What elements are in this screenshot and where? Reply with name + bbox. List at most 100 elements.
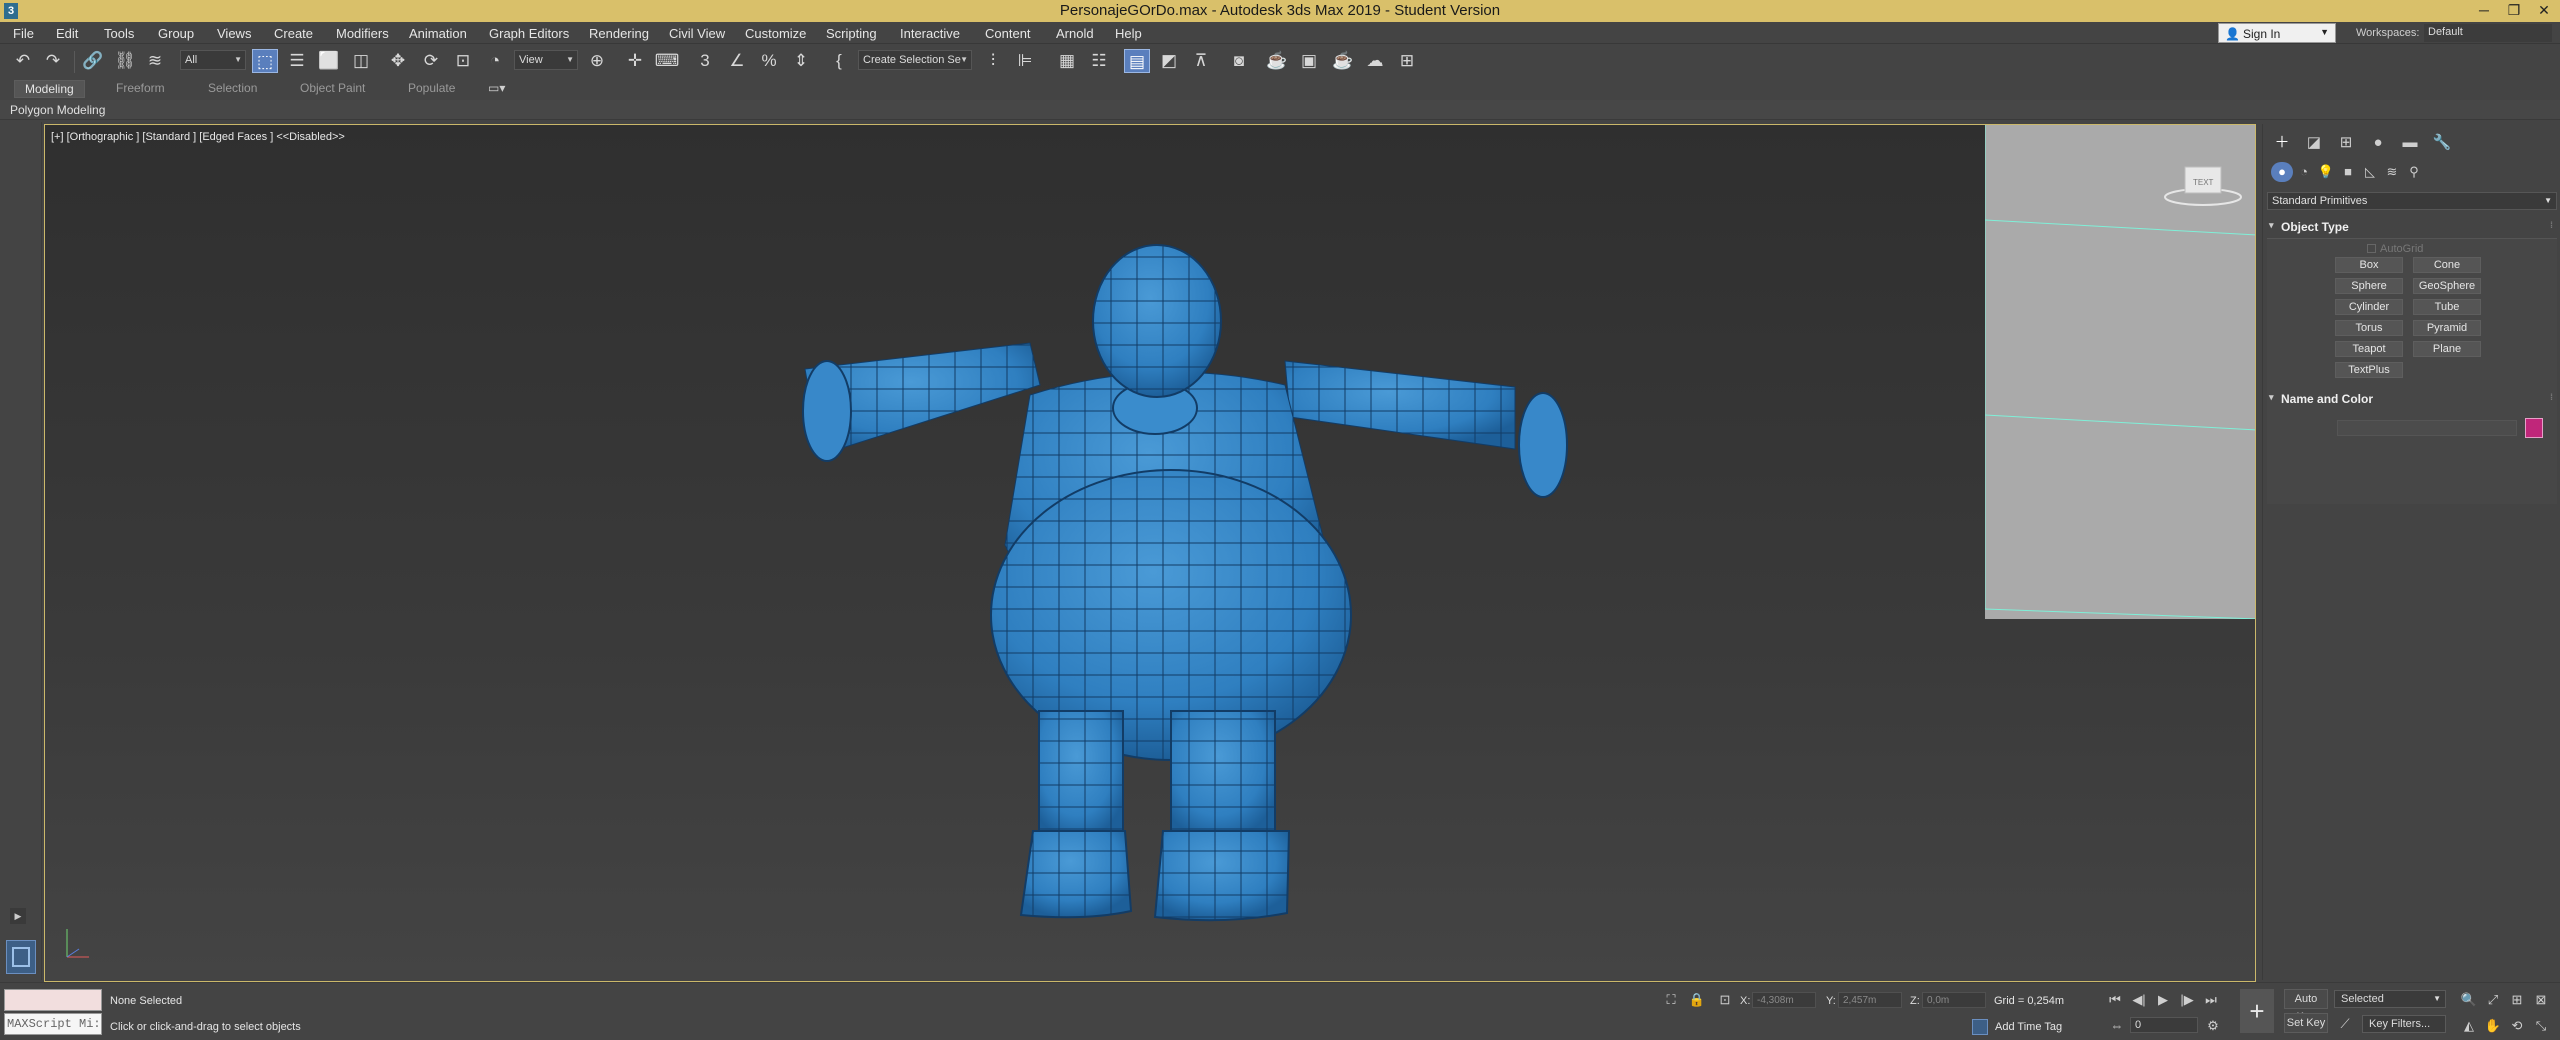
unlink-icon[interactable]: ⛓ — [112, 49, 138, 73]
keyboard-shortcut-toggle-icon[interactable]: ⌨ — [654, 49, 680, 73]
key-mode-toggle-icon[interactable]: ⇔ — [2108, 1017, 2126, 1035]
menu-interactive[interactable]: Interactive — [900, 26, 960, 41]
geosphere-button[interactable]: GeoSphere — [2413, 278, 2481, 294]
select-place-icon[interactable]: ◔ — [482, 49, 508, 73]
menu-animation[interactable]: Animation — [409, 26, 467, 41]
teapot-button[interactable]: Teapot — [2335, 341, 2403, 357]
pyramid-button[interactable]: Pyramid — [2413, 320, 2481, 336]
snaps-toggle-icon[interactable]: 3 — [692, 49, 718, 73]
undo-icon[interactable]: ↶ — [10, 49, 36, 73]
spinner-snap-icon[interactable]: ⇕ — [788, 49, 814, 73]
display-tab-icon[interactable]: ▬ — [2397, 132, 2423, 154]
box-button[interactable]: Box — [2335, 257, 2403, 273]
next-frame-icon[interactable]: |▶ — [2178, 991, 2196, 1009]
ribbon-tab-modeling[interactable]: Modeling — [14, 80, 85, 98]
minimize-icon[interactable]: ─ — [2470, 0, 2498, 20]
current-frame-field[interactable]: 0 — [2130, 1017, 2198, 1033]
orbit-icon[interactable]: ⟲ — [2508, 1017, 2526, 1035]
pan-view-icon[interactable]: ✋ — [2484, 1017, 2502, 1035]
y-coordinate-field[interactable]: 2,457m — [1838, 992, 1902, 1008]
maximize-viewport-icon[interactable]: ⤡ — [2532, 1017, 2550, 1035]
select-scale-icon[interactable]: ⊡ — [450, 49, 476, 73]
bind-space-warp-icon[interactable]: ≋ — [142, 49, 168, 73]
go-to-start-icon[interactable]: ⏮ — [2106, 991, 2124, 1009]
viewport[interactable]: [+] [Orthographic ] [Standard ] [Edged F… — [44, 124, 2256, 982]
ribbon-options-icon[interactable]: ▭▾ — [488, 81, 505, 95]
toggle-ribbon-icon[interactable]: ▤ — [1124, 49, 1150, 73]
cone-button[interactable]: Cone — [2413, 257, 2481, 273]
selection-filter-dropdown[interactable]: All ▼ — [180, 50, 246, 70]
zoom-icon[interactable]: 🔍 — [2460, 991, 2478, 1009]
menu-civil-view[interactable]: Civil View — [669, 26, 725, 41]
lights-icon[interactable]: 💡 — [2315, 162, 2337, 182]
menu-views[interactable]: Views — [217, 26, 251, 41]
maxscript-input[interactable]: MAXScript Mi: — [4, 1013, 102, 1035]
close-icon[interactable]: ✕ — [2530, 0, 2558, 20]
geometry-icon[interactable]: ● — [2271, 162, 2293, 182]
workspaces-dropdown[interactable]: Default — [2424, 24, 2552, 42]
angle-snap-icon[interactable]: ∠ — [724, 49, 750, 73]
field-of-view-icon[interactable]: ◭ — [2460, 1017, 2478, 1035]
redo-icon[interactable]: ↷ — [40, 49, 66, 73]
a360-gallery-icon[interactable]: ⊞ — [1394, 49, 1420, 73]
tube-button[interactable]: Tube — [2413, 299, 2481, 315]
rendered-frame-window-icon[interactable]: ▣ — [1296, 49, 1322, 73]
render-setup-icon[interactable]: ☕ — [1264, 49, 1290, 73]
textplus-button[interactable]: TextPlus — [2335, 362, 2403, 378]
menu-help[interactable]: Help — [1115, 26, 1142, 41]
torus-button[interactable]: Torus — [2335, 320, 2403, 336]
menu-arnold[interactable]: Arnold — [1056, 26, 1094, 41]
link-icon[interactable]: 🔗 — [80, 49, 106, 73]
menu-scripting[interactable]: Scripting — [826, 26, 877, 41]
scene-explorer-icon[interactable]: ▦ — [1054, 49, 1080, 73]
time-tag-icon[interactable] — [1972, 1019, 1988, 1035]
menu-modifiers[interactable]: Modifiers — [336, 26, 389, 41]
key-filters-button[interactable]: Key Filters... — [2362, 1015, 2446, 1033]
menu-graph-editors[interactable]: Graph Editors — [489, 26, 569, 41]
set-keys-icon[interactable]: + — [2240, 989, 2274, 1033]
go-to-end-icon[interactable]: ⏭ — [2202, 991, 2220, 1009]
ribbon-tab-freeform[interactable]: Freeform — [116, 81, 165, 95]
zoom-extents-icon[interactable]: ⊞ — [2508, 991, 2526, 1009]
select-rotate-icon[interactable]: ⟳ — [418, 49, 444, 73]
z-coordinate-field[interactable]: 0,0m — [1922, 992, 1986, 1008]
character-mesh[interactable] — [802, 244, 1568, 922]
menu-edit[interactable]: Edit — [56, 26, 78, 41]
zoom-all-icon[interactable]: ⤢ — [2484, 991, 2502, 1009]
menu-rendering[interactable]: Rendering — [589, 26, 649, 41]
autogrid-checkbox[interactable]: AutoGrid — [2367, 243, 2423, 255]
selection-lock-icon[interactable]: 🔒 — [1688, 991, 1706, 1009]
cylinder-button[interactable]: Cylinder — [2335, 299, 2403, 315]
reference-coordinate-dropdown[interactable]: View ▼ — [514, 50, 578, 70]
primitive-category-dropdown[interactable]: Standard Primitives ▼ — [2267, 192, 2557, 210]
ribbon-panel-label[interactable]: Polygon Modeling — [10, 103, 105, 117]
modify-tab-icon[interactable]: ◪ — [2301, 132, 2327, 154]
motion-tab-icon[interactable]: ● — [2365, 132, 2391, 154]
object-name-field[interactable] — [2337, 420, 2517, 436]
viewport-label[interactable]: [+] [Orthographic ] [Standard ] [Edged F… — [51, 131, 345, 143]
expand-arrow-icon[interactable]: ▶ — [10, 908, 26, 924]
menu-customize[interactable]: Customize — [745, 26, 806, 41]
menu-file[interactable]: File — [13, 26, 34, 41]
render-in-cloud-icon[interactable]: ☁ — [1362, 49, 1388, 73]
maxscript-listener[interactable]: MAXScript Mi: — [4, 989, 102, 1037]
space-warps-icon[interactable]: ≋ — [2381, 162, 2403, 182]
systems-icon[interactable]: ⚲ — [2403, 162, 2425, 182]
ribbon-tab-populate[interactable]: Populate — [408, 81, 455, 95]
layer-explorer-icon[interactable]: ☷ — [1086, 49, 1112, 73]
cameras-icon[interactable]: ■ — [2337, 162, 2359, 182]
create-tab-icon[interactable]: ＋ — [2269, 132, 2295, 154]
auto-key-button[interactable]: Auto Key — [2284, 989, 2328, 1023]
x-coordinate-field[interactable]: -4,308m — [1752, 992, 1816, 1008]
menu-group[interactable]: Group — [158, 26, 194, 41]
render-production-icon[interactable]: ☕ — [1330, 49, 1356, 73]
mirror-icon[interactable]: ⫶ — [980, 49, 1006, 73]
object-type-rollout-header[interactable]: ▾ Object Type ⁞ — [2267, 218, 2557, 236]
key-mode-dropdown[interactable]: Selected ▼ — [2334, 990, 2446, 1008]
select-manipulate-icon[interactable]: ✛ — [622, 49, 648, 73]
material-editor-icon[interactable]: ◙ — [1226, 49, 1252, 73]
name-and-color-rollout-header[interactable]: ▾ Name and Color ⁞ — [2267, 390, 2557, 408]
ribbon-tab-selection[interactable]: Selection — [208, 81, 257, 95]
viewport-canvas[interactable] — [45, 125, 2256, 982]
rectangular-selection-icon[interactable]: ⬜ — [316, 49, 342, 73]
